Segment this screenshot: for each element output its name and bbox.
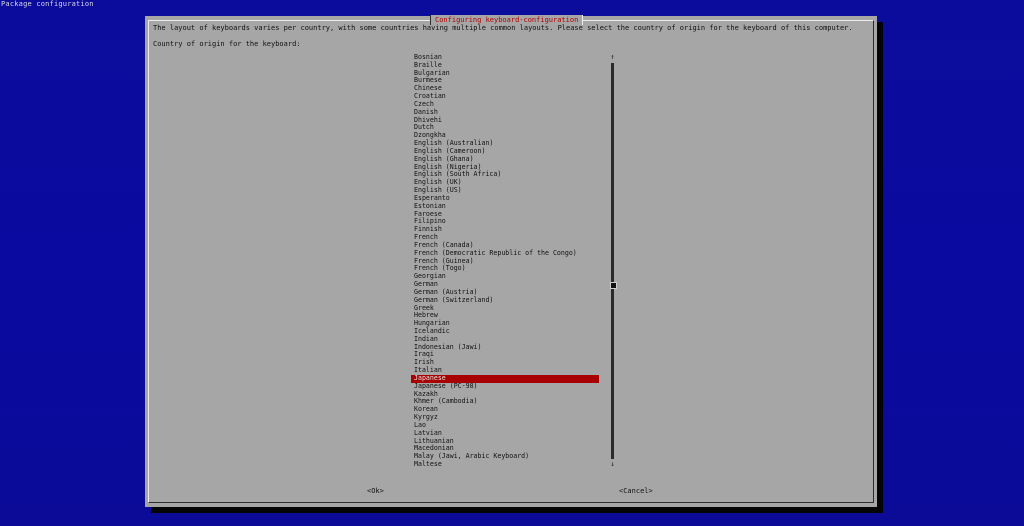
- ok-button[interactable]: <Ok>: [367, 486, 384, 496]
- scroll-up-arrow-icon[interactable]: ↑: [609, 54, 616, 61]
- list-item[interactable]: Georgian: [411, 272, 599, 281]
- list-item[interactable]: Finnish: [411, 225, 599, 234]
- scroll-down-arrow-icon[interactable]: ↓: [609, 461, 616, 468]
- scroll-track[interactable]: [610, 63, 617, 459]
- dialog-description: The layout of keyboards varies per count…: [153, 24, 853, 32]
- list-item[interactable]: Maltese: [411, 460, 599, 469]
- dialog-prompt: Country of origin for the keyboard:: [153, 40, 301, 48]
- cancel-button[interactable]: <Cancel>: [619, 486, 653, 496]
- list-item[interactable]: Icelandic: [411, 327, 599, 336]
- list-item[interactable]: Greek: [411, 304, 599, 313]
- country-listbox[interactable]: Bosnian Braille Bulgarian Burmese Chinese Cro…: [411, 53, 607, 470]
- list-item[interactable]: Japanese (PC-98): [411, 382, 599, 391]
- list-item[interactable]: Khmer (Cambodia): [411, 398, 599, 406]
- config-dialog: Configuring keyboard-configuration The l…: [145, 15, 877, 507]
- list-item[interactable]: Croatian: [411, 92, 599, 101]
- window-title: Package configuration: [1, 0, 94, 8]
- list-item[interactable]: Korean: [411, 405, 599, 414]
- list-item[interactable]: Iraqi: [411, 351, 599, 359]
- scroll-thumb[interactable]: [610, 282, 617, 289]
- screen: Package configuration Configuring keyboa…: [0, 0, 1024, 526]
- list-item[interactable]: Dhivehi: [411, 116, 599, 125]
- list-item[interactable]: Kyrgyz: [411, 413, 599, 422]
- scrollbar[interactable]: ↑ ↓: [609, 54, 617, 468]
- list-item[interactable]: German (Switzerland): [411, 296, 599, 305]
- list-item[interactable]: Czech: [411, 100, 599, 109]
- list-item[interactable]: Indonesian (Jawi): [411, 343, 599, 352]
